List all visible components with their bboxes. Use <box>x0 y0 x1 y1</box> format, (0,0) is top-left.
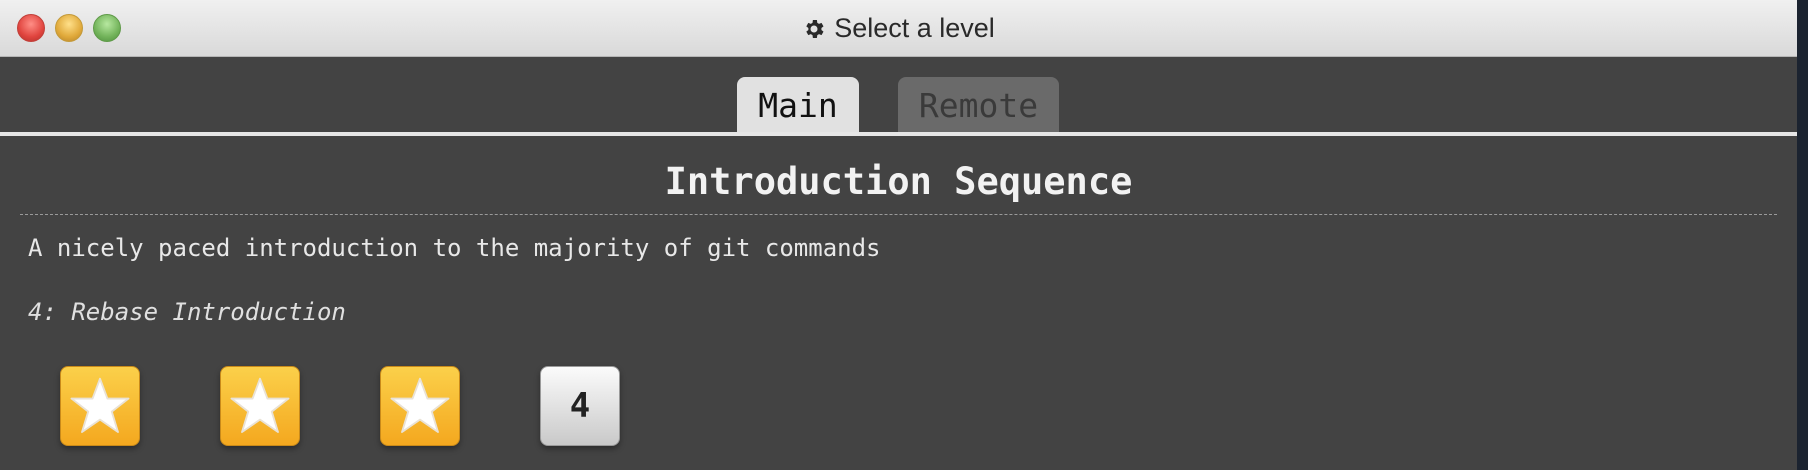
sequence-title: Introduction Sequence <box>664 160 1133 203</box>
selected-level-label: 4: Rebase Introduction <box>28 298 346 326</box>
tab-divider <box>0 132 1797 136</box>
sequence-description: A nicely paced introduction to the major… <box>28 234 881 262</box>
level-select-window: Select a level Main Remote Introduction … <box>0 0 1797 470</box>
sequence-tabs: Main Remote <box>0 77 1797 134</box>
star-icon <box>230 377 290 433</box>
star-icon <box>390 377 450 433</box>
window-title: Select a level <box>834 13 995 43</box>
gear-icon <box>806 19 824 38</box>
level-3-button[interactable] <box>380 366 460 446</box>
level-2-button[interactable] <box>220 366 300 446</box>
tab-remote[interactable]: Remote <box>898 77 1059 134</box>
window-title-group: Select a level <box>0 0 1797 57</box>
dashed-divider <box>20 214 1777 215</box>
tab-main[interactable]: Main <box>737 77 859 134</box>
star-icon <box>70 377 130 433</box>
level-1-button[interactable] <box>60 366 140 446</box>
level-4-button[interactable]: 4 <box>540 366 620 446</box>
title-bar: Select a level <box>0 0 1797 57</box>
